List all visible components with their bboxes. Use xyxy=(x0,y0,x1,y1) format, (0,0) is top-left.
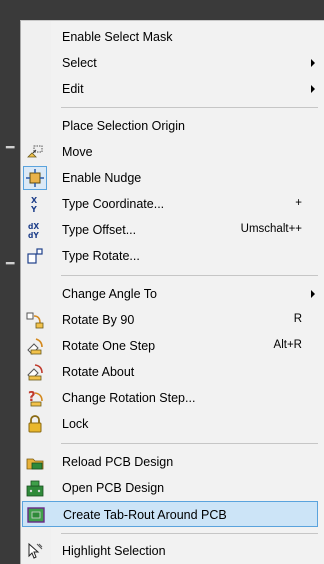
menu-item-shortcut: R xyxy=(293,313,302,325)
menu-item-select[interactable]: Select xyxy=(22,50,318,76)
menu-item-type-offset[interactable]: dX dY Type Offset... Umschalt++ xyxy=(22,217,318,243)
highlight-selection-icon xyxy=(25,541,45,561)
menu-item-rotate-by-90[interactable]: Rotate By 90 R xyxy=(22,307,318,333)
menu-item-shortcut: + xyxy=(295,197,302,209)
menu-item-reload-pcb-design[interactable]: Reload PCB Design xyxy=(22,449,318,475)
background-canvas-mark: ━ xyxy=(6,140,15,156)
menu-item-label: Change Angle To xyxy=(62,287,157,301)
menu-item-label: Type Offset... xyxy=(62,223,137,237)
menu-separator xyxy=(61,107,318,108)
menu-item-label: Highlight Selection xyxy=(62,544,166,558)
move-icon xyxy=(25,142,45,162)
menu-item-edit[interactable]: Edit xyxy=(22,76,318,102)
submenu-arrow-icon xyxy=(311,85,315,93)
menu-item-label: Type Coordinate... xyxy=(62,197,165,211)
menu-item-label: Move xyxy=(62,145,93,159)
menu-item-label: Rotate By 90 xyxy=(62,313,135,327)
menu-item-place-selection-origin[interactable]: Place Selection Origin xyxy=(22,113,318,139)
menu-separator xyxy=(61,533,318,534)
submenu-arrow-icon xyxy=(311,59,315,67)
menu-item-label: Create Tab-Rout Around PCB xyxy=(63,508,227,522)
menu-item-label: Rotate One Step xyxy=(62,339,156,353)
menu-item-open-pcb-design[interactable]: Open PCB Design xyxy=(22,475,318,501)
menu-separator xyxy=(61,275,318,276)
menu-item-label: Edit xyxy=(62,82,84,96)
svg-text:Y: Y xyxy=(30,205,37,214)
menu-item-shortcut: Umschalt++ xyxy=(240,223,302,235)
context-menu: Enable Select Mask Select Edit Place Sel… xyxy=(20,20,324,564)
menu-item-lock[interactable]: Lock xyxy=(22,411,318,437)
menu-item-label: Rotate About xyxy=(62,365,135,379)
rotate-about-icon xyxy=(25,362,45,382)
menu-item-label: Lock xyxy=(62,417,89,431)
menu-item-label: Select xyxy=(62,56,97,70)
menu-item-label: Type Rotate... xyxy=(62,249,140,263)
lock-icon xyxy=(25,414,45,434)
svg-text:dX: dX xyxy=(28,222,39,231)
reload-pcb-icon xyxy=(25,452,45,472)
menu-item-create-tab-rout-around-pcb[interactable]: Create Tab-Rout Around PCB xyxy=(22,501,318,527)
menu-item-label: Enable Select Mask xyxy=(62,30,173,44)
svg-text:dY: dY xyxy=(28,231,39,240)
rotate-90-icon xyxy=(25,310,45,330)
menu-item-label: Reload PCB Design xyxy=(62,455,174,469)
dxdy-icon: dX dY xyxy=(25,220,45,240)
rotate-step-icon xyxy=(25,336,45,356)
menu-item-label: Change Rotation Step... xyxy=(62,391,196,405)
menu-item-change-angle-to[interactable]: Change Angle To xyxy=(22,281,318,307)
open-pcb-icon xyxy=(25,478,45,498)
menu-item-shortcut: Alt+R xyxy=(273,339,302,351)
background-canvas-mark: ━ xyxy=(6,256,15,272)
menu-item-label: Open PCB Design xyxy=(62,481,165,495)
tab-rout-icon xyxy=(26,505,46,525)
menu-item-type-rotate[interactable]: Type Rotate... xyxy=(22,243,318,269)
menu-item-enable-select-mask[interactable]: Enable Select Mask xyxy=(22,24,318,50)
menu-item-rotate-one-step[interactable]: Rotate One Step Alt+R xyxy=(22,333,318,359)
svg-text:X: X xyxy=(31,196,38,205)
submenu-arrow-icon xyxy=(311,290,315,298)
menu-item-type-coordinate[interactable]: XY Type Coordinate... + xyxy=(22,191,318,217)
menu-separator xyxy=(61,443,318,444)
menu-item-change-rotation-step[interactable]: ? Change Rotation Step... xyxy=(22,385,318,411)
menu-item-label: Enable Nudge xyxy=(62,171,142,185)
xy-icon: XY xyxy=(25,194,45,214)
menu-item-move[interactable]: Move xyxy=(22,139,318,165)
menu-item-enable-nudge[interactable]: Enable Nudge xyxy=(22,165,318,191)
menu-item-rotate-about[interactable]: Rotate About xyxy=(22,359,318,385)
type-rotate-icon xyxy=(25,246,45,266)
menu-item-highlight-selection[interactable]: Highlight Selection xyxy=(22,538,318,564)
rotation-step-icon: ? xyxy=(25,388,45,408)
menu-item-label: Place Selection Origin xyxy=(62,119,185,133)
nudge-icon xyxy=(25,168,45,188)
